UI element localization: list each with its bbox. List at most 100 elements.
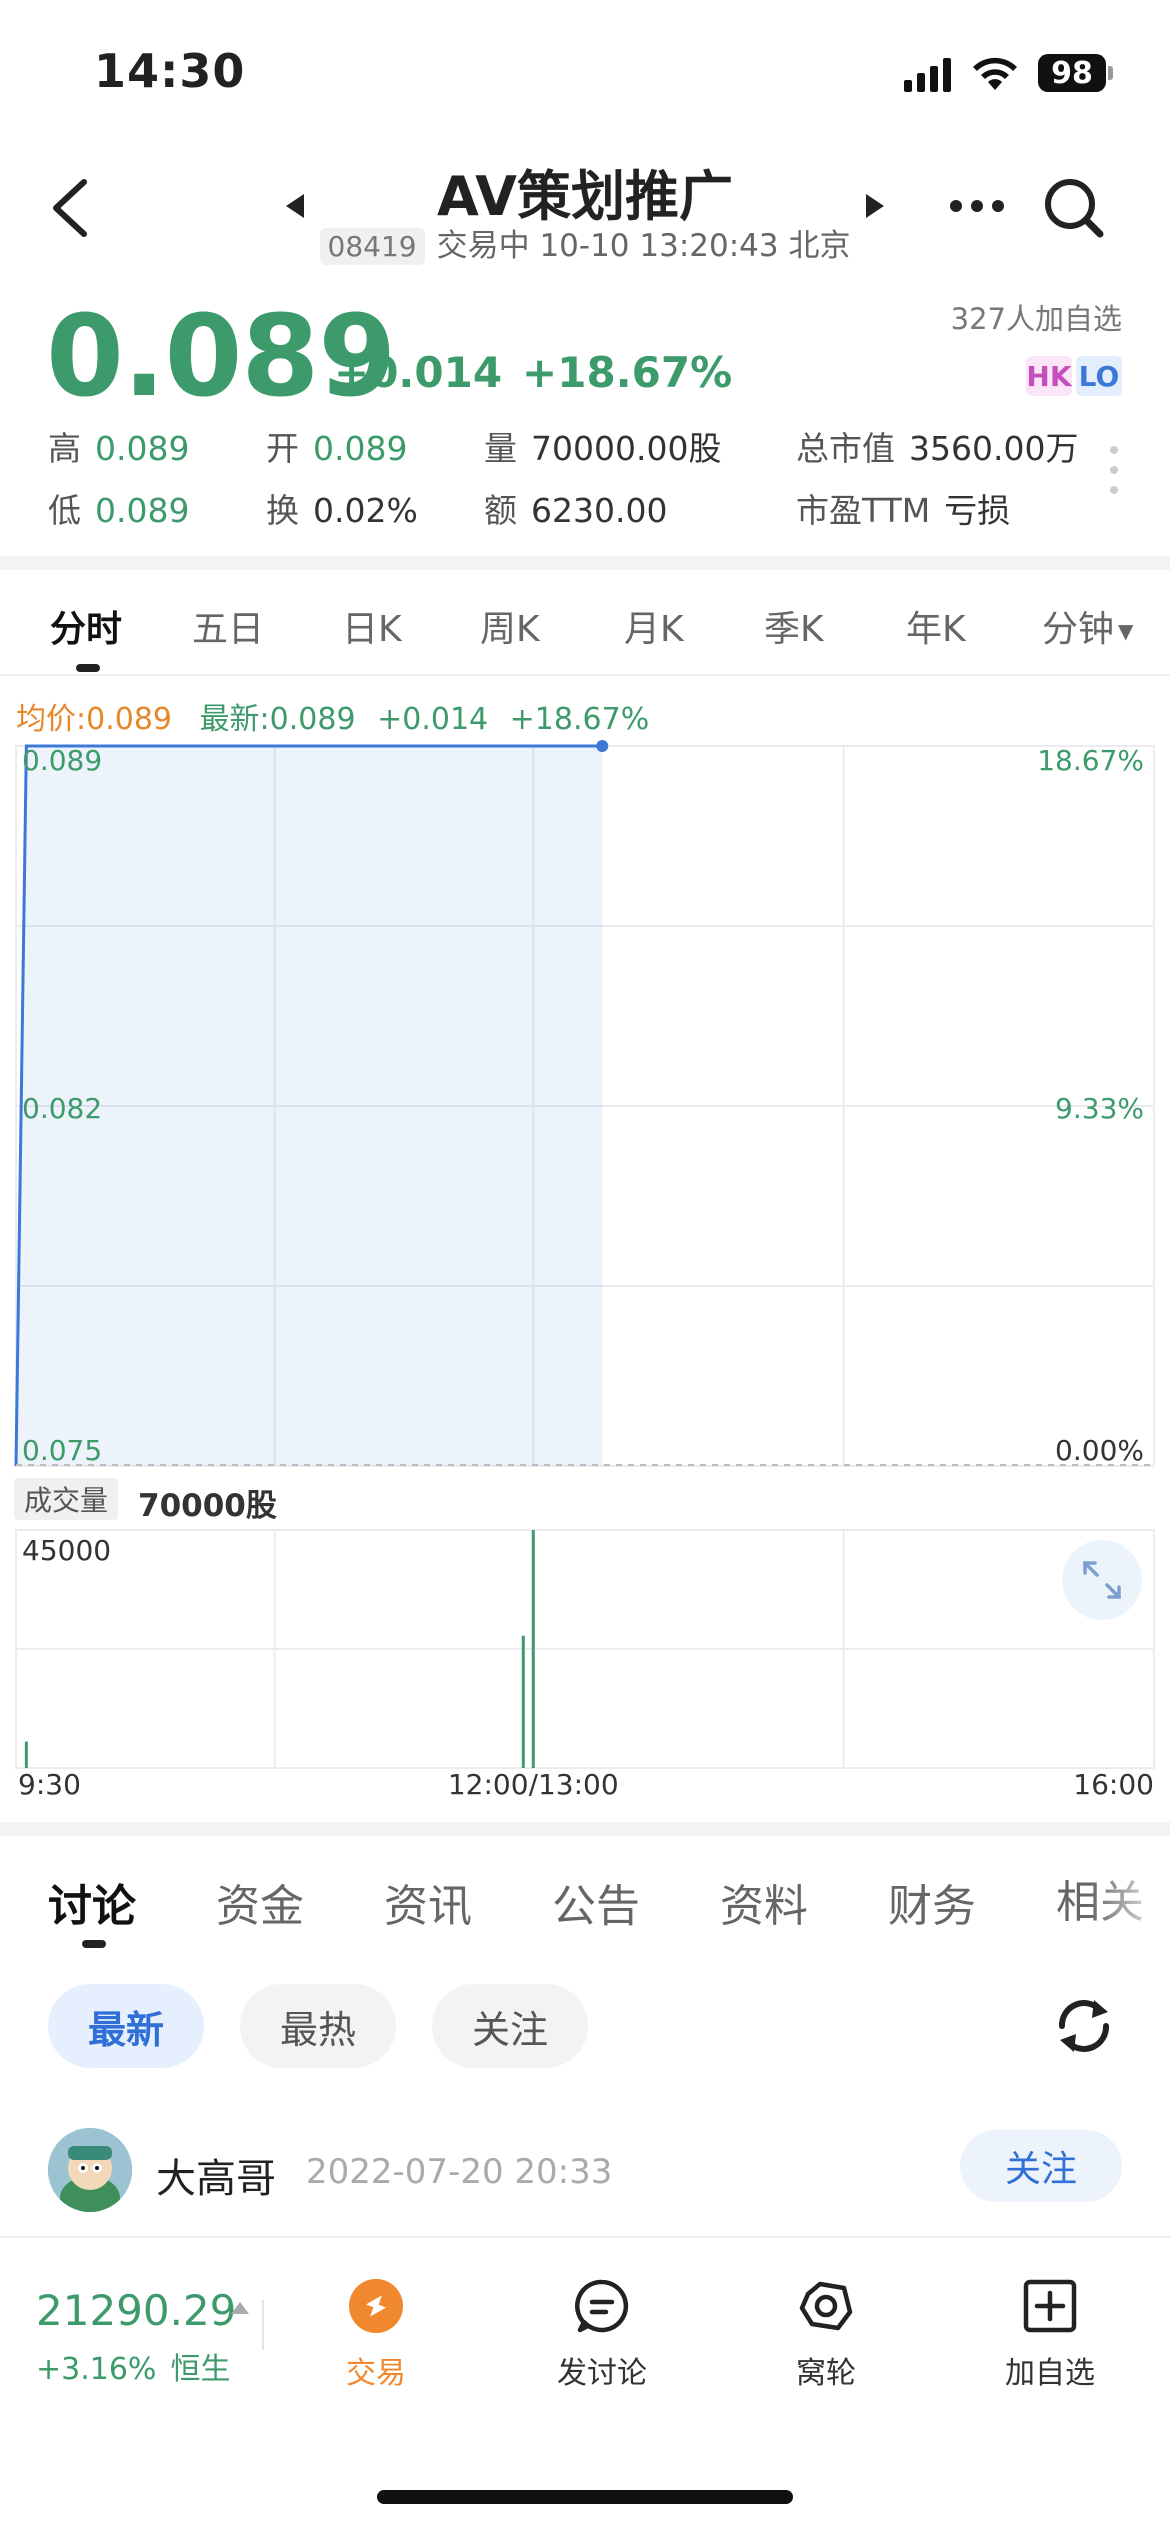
volume-bar — [531, 1530, 535, 1768]
status-line: 08419 交易中 10-10 13:20:43 北京 — [0, 220, 1170, 265]
expand-stats-icon[interactable] — [1110, 446, 1118, 506]
tab-announcements[interactable]: 公告 — [552, 1870, 640, 1934]
trading-status: 交易中 10-10 13:20:43 北京 — [436, 228, 851, 264]
x-axis-tick: 12:00/13:00 — [448, 1768, 619, 1796]
x-axis-tick: 16:00 — [1073, 1768, 1154, 1796]
legend-change-pct: +18.67% — [509, 702, 650, 737]
status-time: 14:30 — [94, 44, 246, 98]
stat-turnover: 换 0.02% — [266, 491, 418, 530]
intraday-price-chart[interactable]: 0.089 0.082 0.075 18.67% 9.33% 0.00% — [0, 740, 1170, 1470]
volume-y-tick: 45000 — [22, 1534, 111, 1567]
signal-icon — [904, 58, 951, 92]
trade-icon — [349, 2279, 403, 2333]
filter-hot[interactable]: 最热 — [240, 1984, 396, 2068]
stat-market-cap: 总市值 3560.00万 — [796, 429, 1079, 468]
legend-latest: 最新:0.089 — [199, 702, 356, 737]
post-time: 2022-07-20 20:33 — [306, 2152, 613, 2192]
footer-divider — [262, 2300, 264, 2350]
fullscreen-button[interactable] — [1062, 1540, 1142, 1620]
y-right-tick: 18.67% — [1037, 744, 1144, 777]
expand-icon — [1083, 1561, 1121, 1599]
tab-news[interactable]: 资讯 — [384, 1870, 472, 1934]
footer-border — [0, 2236, 1170, 2238]
chart-legend: 均价:0.089 最新:0.089 +0.014 +18.67% — [16, 694, 649, 738]
tab-funds[interactable]: 资金 — [216, 1870, 304, 1934]
price-area — [16, 746, 603, 1466]
legend-avg: 均价:0.089 — [16, 702, 172, 737]
volume-label: 成交量 — [14, 1478, 119, 1520]
nav-add-watchlist[interactable]: 加自选 — [970, 2278, 1130, 2392]
legend-change: +0.014 — [377, 702, 489, 737]
battery-indicator: 98 — [1038, 54, 1106, 92]
nav-trade-label: 交易 — [346, 2356, 406, 2391]
volume-bar — [521, 1635, 525, 1768]
stock-code: 08419 — [319, 228, 425, 265]
volume-bar — [24, 1741, 28, 1768]
y-left-tick: 0.082 — [22, 1092, 102, 1125]
stat-volume: 量 70000.00股 — [484, 429, 722, 468]
warrant-icon — [799, 2281, 853, 2331]
price-change: +0.014 +18.67% — [334, 348, 752, 397]
search-icon[interactable] — [1040, 174, 1108, 242]
market-tag-lo: LO — [1076, 356, 1122, 396]
tab-monthly-k[interactable]: 月K — [624, 600, 684, 652]
discussion-tab-indicator — [82, 1940, 106, 1948]
chevron-down-icon: ▼ — [1118, 619, 1134, 643]
stat-high: 高 0.089 — [48, 429, 190, 468]
tab-discussion[interactable]: 讨论 — [48, 1870, 136, 1934]
stat-amount: 额 6230.00 — [484, 491, 668, 530]
follower-count: 327人加自选 — [950, 302, 1122, 336]
market-tag-hk: HK — [1026, 356, 1072, 396]
nav-discuss-label: 发讨论 — [557, 2356, 647, 2391]
tab-related-wrap: 相关 — [1056, 1866, 1170, 1930]
nav-discuss[interactable]: 发讨论 — [522, 2278, 682, 2392]
tab-financials[interactable]: 财务 — [888, 1870, 976, 1934]
add-watchlist-icon — [1023, 2279, 1077, 2333]
wifi-icon — [973, 57, 1017, 90]
tab-weekly-k[interactable]: 周K — [480, 600, 540, 652]
battery-tip — [1108, 66, 1113, 80]
tab-quarterly-k[interactable]: 季K — [764, 600, 824, 652]
stat-pe-ttm: 市盈TTM 亏损 — [796, 491, 1011, 530]
tab-intraday[interactable]: 分时 — [50, 600, 122, 652]
y-right-tick: 0.00% — [1055, 1434, 1144, 1467]
stat-open: 开 0.089 — [266, 429, 408, 468]
discuss-icon — [575, 2279, 629, 2333]
index-change: +3.16% 恒生 — [36, 2352, 231, 2387]
tabs-border — [0, 674, 1170, 676]
volume-chart[interactable]: 45000 9:30 12:00/13:00 16:00 — [0, 1526, 1170, 1796]
tab-profile[interactable]: 资料 — [720, 1870, 808, 1934]
latest-price-dot — [596, 740, 609, 752]
filter-latest[interactable]: 最新 — [48, 1984, 204, 2068]
post-author[interactable]: 大高哥 — [156, 2146, 276, 2204]
nav-add-watchlist-label: 加自选 — [1005, 2356, 1095, 2391]
change-amount: +0.014 — [334, 348, 503, 397]
change-percent: +18.67% — [522, 348, 733, 397]
tab-daily-k[interactable]: 日K — [342, 600, 402, 652]
index-up-icon — [231, 2302, 249, 2314]
volume-total: 70000股 — [138, 1488, 277, 1524]
nav-trade[interactable]: 交易 — [296, 2278, 456, 2392]
more-icon[interactable] — [948, 196, 1006, 216]
x-axis-tick: 9:30 — [18, 1768, 81, 1796]
y-right-tick: 9.33% — [1055, 1092, 1144, 1125]
avatar-image — [48, 2128, 132, 2212]
stat-low: 低 0.089 — [48, 491, 190, 530]
avatar[interactable] — [48, 2128, 132, 2212]
nav-warrant[interactable]: 窝轮 — [746, 2278, 906, 2392]
y-left-tick: 0.075 — [22, 1434, 102, 1467]
section-divider-2 — [0, 1822, 1170, 1836]
tab-indicator — [76, 664, 100, 672]
filter-following[interactable]: 关注 — [432, 1984, 588, 2068]
home-indicator[interactable] — [377, 2490, 793, 2504]
nav-warrant-label: 窝轮 — [796, 2356, 856, 2391]
tab-yearly-k[interactable]: 年K — [906, 600, 966, 652]
refresh-icon[interactable] — [1050, 1992, 1118, 2060]
index-value[interactable]: 21290.29 — [36, 2286, 236, 2335]
next-stock-icon[interactable] — [864, 192, 886, 220]
tab-fade — [1090, 1866, 1170, 1930]
follow-button[interactable]: 关注 — [960, 2130, 1122, 2202]
tab-minute[interactable]: 分钟 ▼ — [1042, 600, 1133, 652]
tab-five-day[interactable]: 五日 — [192, 600, 264, 652]
section-divider — [0, 556, 1170, 570]
